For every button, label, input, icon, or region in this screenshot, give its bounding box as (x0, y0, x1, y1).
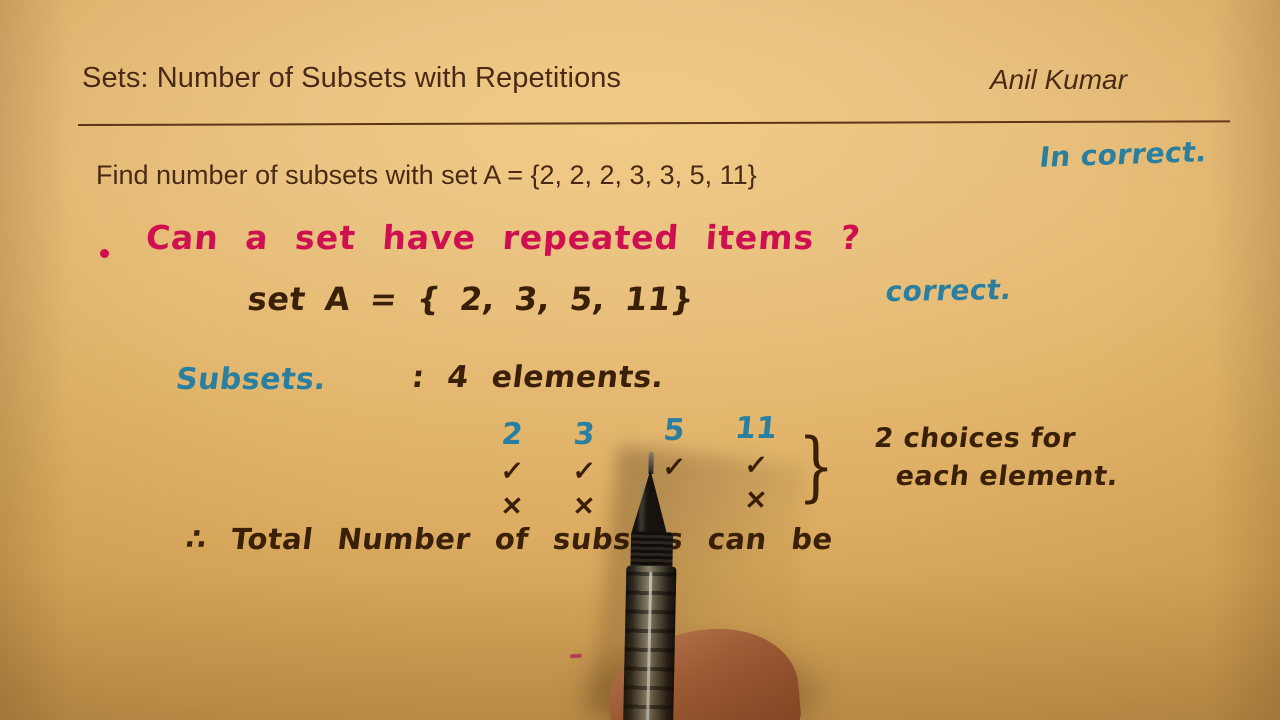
pen (615, 451, 687, 720)
handwritten-question: Can a set have repeated items ? (144, 218, 863, 257)
pen-grip (630, 531, 674, 569)
check-icon: ✓ (743, 450, 769, 480)
cross-icon: ✕ (571, 491, 597, 521)
stray-pink-mark (569, 653, 583, 659)
pen-cone (631, 469, 669, 535)
annotation-incorrect: In correct. (1037, 135, 1209, 174)
element-column: 11 ✓ ✕ (726, 411, 786, 515)
handwritten-conclusion: ∴ Total Number of subsets can be (183, 522, 836, 556)
bullet-dot-icon (100, 249, 109, 258)
handwritten-elements-count: : 4 elements. (409, 360, 666, 395)
handwritten-set-definition: set A = { 2, 3, 5, 11} (245, 280, 697, 318)
choices-line-2: each element. (893, 461, 1121, 493)
handwritten-subsets-label: Subsets. (173, 362, 329, 397)
page-title: Sets: Number of Subsets with Repetitions (82, 62, 622, 94)
annotation-correct: correct. (883, 272, 1014, 309)
whiteboard-video-frame: Sets: Number of Subsets with Repetitions… (0, 0, 1280, 720)
element-column: 3 ✓ ✕ (554, 417, 614, 521)
grouping-brace: } (798, 421, 835, 510)
element-value: 5 (661, 413, 687, 448)
author-name: Anil Kumar (990, 64, 1127, 95)
cross-icon: ✕ (743, 485, 769, 515)
cross-icon: ✕ (499, 491, 525, 521)
check-icon: ✓ (571, 456, 597, 486)
element-value: 11 (733, 411, 779, 446)
check-icon: ✓ (499, 456, 525, 486)
pen-cone-highlight (639, 481, 648, 532)
problem-statement: Find number of subsets with set A = {2, … (96, 160, 757, 190)
handwritten-choices-note: 2 choices for each element. (867, 420, 1125, 497)
element-column: 2 ✓ ✕ (482, 417, 542, 521)
element-value: 3 (571, 417, 597, 452)
choices-line-1: 2 choices for (872, 423, 1078, 454)
element-value: 2 (499, 417, 525, 452)
